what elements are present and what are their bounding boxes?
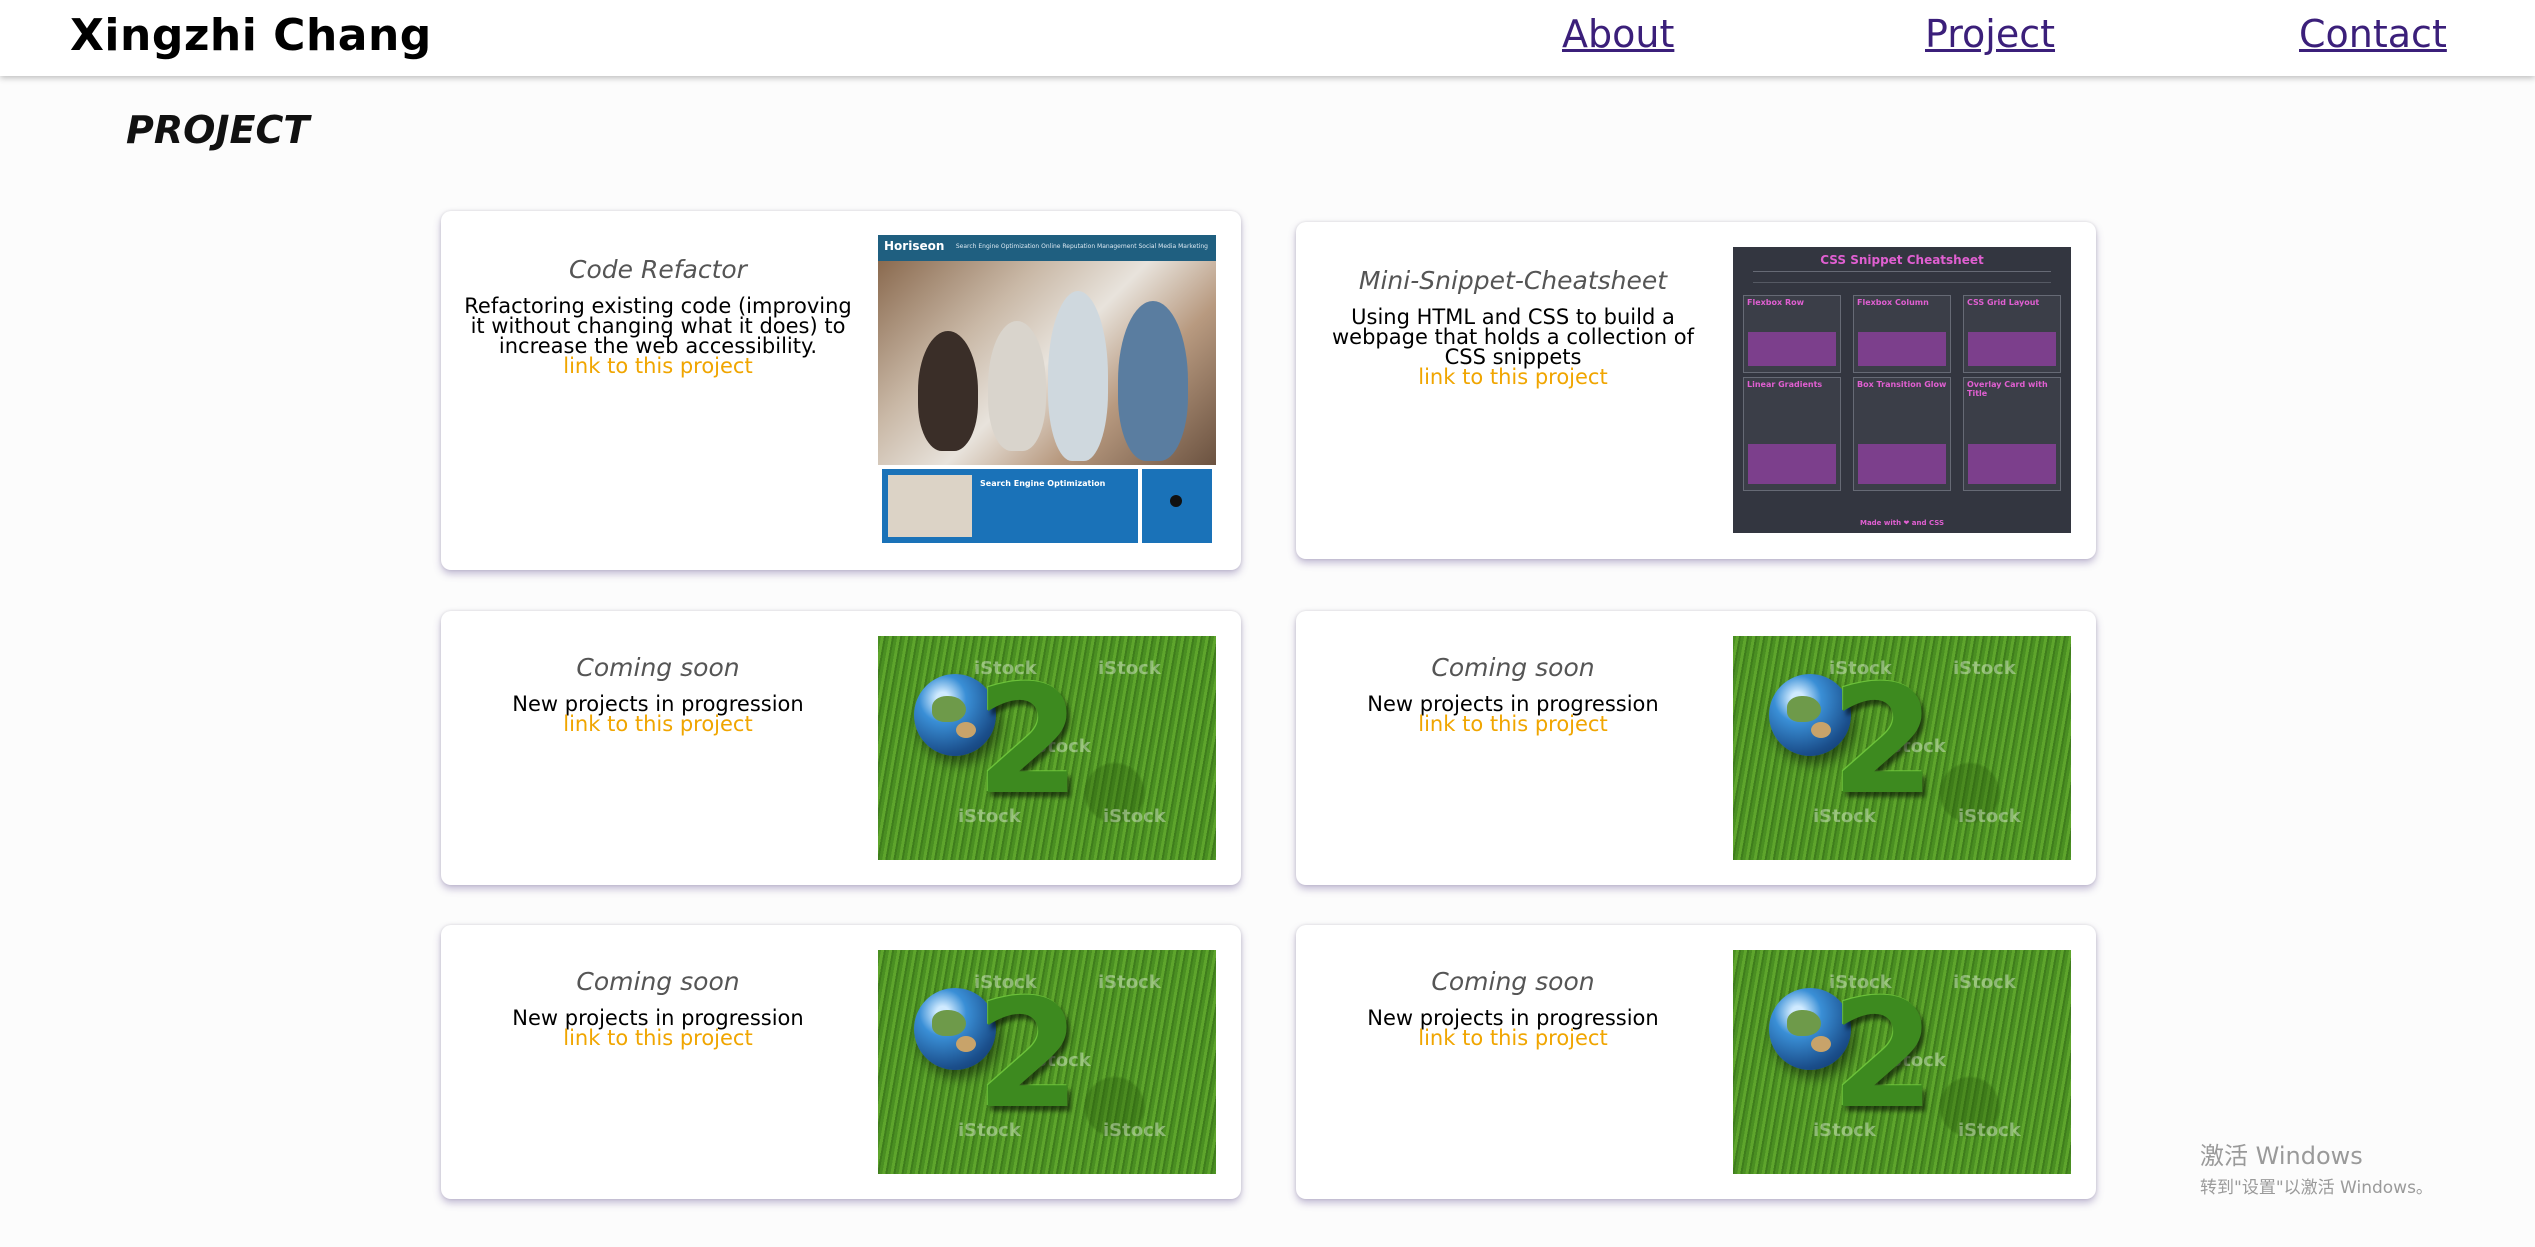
project-link[interactable]: link to this project	[463, 356, 853, 377]
project-card-description: Refactoring existing code (improving it …	[464, 294, 852, 358]
horiseon-logo: Horiseon	[884, 239, 945, 253]
project-card-title: Coming soon	[576, 653, 740, 682]
project-card-coming-soon: Coming soon New projects in progression …	[1296, 611, 2096, 885]
project-card-title: Code Refactor	[569, 255, 747, 284]
project-link[interactable]: link to this project	[463, 1028, 853, 1049]
project-card-description: New projects in progression	[512, 1006, 804, 1030]
project-link[interactable]: link to this project	[463, 714, 853, 735]
project-link[interactable]: link to this project	[1318, 1028, 1708, 1049]
site-header: Xingzhi Chang About Project Contact	[0, 0, 2535, 76]
project-card-text: Coming soon New projects in progression …	[1318, 653, 1708, 735]
horiseon-screenshot-image: Horiseon Search Engine Optimization Onli…	[878, 235, 1216, 545]
nav-contact-link[interactable]: Contact	[2299, 12, 2447, 56]
project-link[interactable]: link to this project	[1318, 714, 1708, 735]
project-card-coming-soon: Coming soon New projects in progression …	[441, 925, 1241, 1199]
project-card-title: Coming soon	[576, 967, 740, 996]
project-card-text: Coming soon New projects in progression …	[463, 967, 853, 1049]
project-card-description: New projects in progression	[1367, 1006, 1659, 1030]
hero-photo	[878, 261, 1216, 465]
globe-grass-image: iStock iStock iStock iStock iStock 2	[878, 636, 1216, 860]
globe-grass-image: iStock iStock iStock iStock iStock 2	[878, 950, 1216, 1174]
project-card-description: Using HTML and CSS to build a webpage th…	[1331, 305, 1695, 369]
project-card-snippet-cheatsheet: Mini-Snippet-Cheatsheet Using HTML and C…	[1296, 222, 2096, 559]
snippet-cheatsheet-image: CSS Snippet Cheatsheet Flexbox Row Flexb…	[1733, 247, 2071, 533]
project-card-text: Coming soon New projects in progression …	[1318, 967, 1708, 1049]
nav-about-link[interactable]: About	[1562, 12, 1674, 56]
project-card-text: Mini-Snippet-Cheatsheet Using HTML and C…	[1318, 266, 1708, 388]
project-card-description: New projects in progression	[512, 692, 804, 716]
project-card-text: Coming soon New projects in progression …	[463, 653, 853, 735]
project-card-title: Coming soon	[1431, 653, 1595, 682]
page-title: PROJECT	[126, 108, 310, 152]
project-card-title: Coming soon	[1431, 967, 1595, 996]
project-card-coming-soon: Coming soon New projects in progression …	[441, 611, 1241, 885]
globe-grass-image: iStock iStock iStock iStock iStock 2	[1733, 950, 2071, 1174]
site-brand: Xingzhi Chang	[70, 10, 432, 61]
project-card-coming-soon: Coming soon New projects in progression …	[1296, 925, 2096, 1199]
globe-grass-image: iStock iStock iStock iStock iStock 2	[1733, 636, 2071, 860]
project-card-text: Code Refactor Refactoring existing code …	[463, 255, 853, 377]
project-card-code-refactor: Code Refactor Refactoring existing code …	[441, 211, 1241, 570]
project-card-description: New projects in progression	[1367, 692, 1659, 716]
nav-project-link[interactable]: Project	[1925, 12, 2055, 56]
windows-activation-watermark: 激活 Windows 转到"设置"以激活 Windows。	[2200, 1142, 2433, 1198]
project-card-title: Mini-Snippet-Cheatsheet	[1358, 266, 1668, 295]
keyhole-icon	[1170, 495, 1182, 507]
project-link[interactable]: link to this project	[1318, 367, 1708, 388]
